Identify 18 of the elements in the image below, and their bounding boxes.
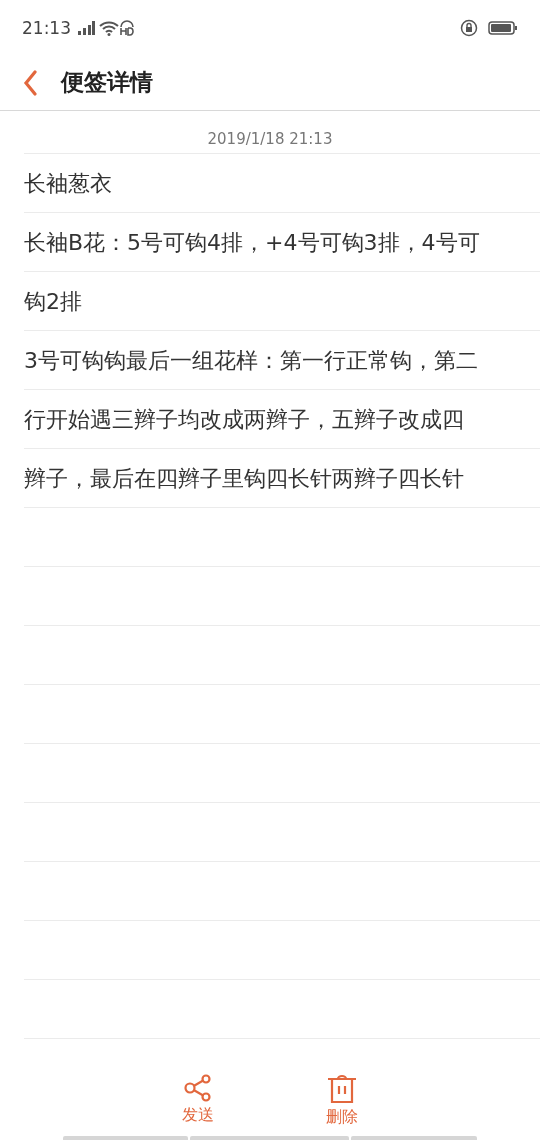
note-text-line: 3号可钩钩最后一组花样：第一行正常钩，第二 bbox=[24, 346, 478, 375]
note-text-line: 钩2排 bbox=[24, 287, 82, 316]
share-icon bbox=[183, 1073, 213, 1103]
rotation-lock-icon bbox=[460, 18, 478, 37]
trash-icon bbox=[327, 1073, 357, 1105]
note-text-line: 辫子，最后在四辫子里钩四长针两辫子四长针 bbox=[24, 464, 464, 493]
note-text-line: 长袖葱衣 bbox=[24, 169, 112, 198]
delete-button[interactable]: 删除 bbox=[314, 1073, 370, 1128]
hd-icon bbox=[119, 19, 135, 36]
send-button[interactable]: 发送 bbox=[170, 1073, 226, 1128]
signal-icon bbox=[77, 19, 95, 36]
wifi-icon bbox=[99, 19, 119, 36]
status-time: 21:13 bbox=[22, 17, 71, 38]
note-date: 2019/1/18 21:13 bbox=[207, 130, 333, 148]
note-text-line: 长袖B花：5号可钩4排，+4号可钩3排，4号可 bbox=[24, 228, 480, 257]
battery-icon bbox=[488, 20, 518, 35]
page-title: 便签详情 bbox=[61, 68, 153, 97]
note-text-line: 行开始遇三辫子均改成两辫子，五辫子改成四 bbox=[24, 405, 464, 434]
